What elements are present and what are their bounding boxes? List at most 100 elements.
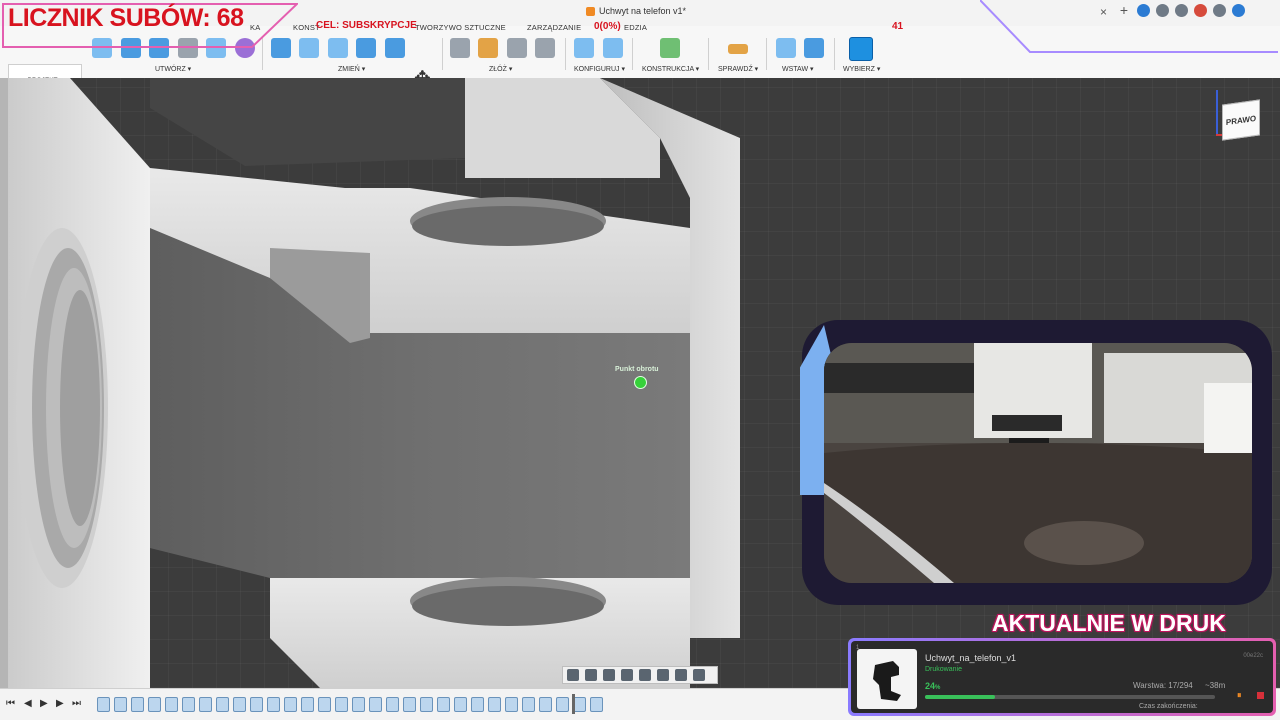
viewcube[interactable]: PRAWO (1222, 99, 1260, 141)
timeline-feature[interactable] (590, 697, 603, 712)
print-status-card: 1 Uchwyt_na_telefon_v1 Drukowanie 00e22c… (848, 638, 1276, 716)
document-title: Uchwyt na telefon v1* (599, 6, 687, 16)
display-settings-icon[interactable] (657, 669, 669, 681)
timeline-first-button[interactable]: ⏮ (6, 698, 15, 709)
timeline-feature[interactable] (267, 697, 280, 712)
viewports-icon[interactable] (693, 669, 705, 681)
viewcube-z-axis (1216, 90, 1218, 134)
timeline-marker[interactable] (572, 694, 575, 714)
timeline-feature[interactable] (488, 697, 501, 712)
timeline-feature[interactable] (318, 697, 331, 712)
group-create[interactable]: UTWÓRZ ▾ (155, 65, 191, 73)
group-select[interactable]: WYBIERZ ▾ (843, 65, 880, 73)
print-job-status: Drukowanie (925, 666, 962, 673)
timeline-feature[interactable] (165, 697, 178, 712)
insert-image-icon[interactable] (804, 38, 824, 58)
new-component-icon[interactable] (450, 38, 470, 58)
joint-origin-icon[interactable] (535, 38, 555, 58)
sub-counter-text: LICZNIK SUBÓW: 68 (8, 4, 244, 32)
timeline-feature[interactable] (539, 697, 552, 712)
goal-label: CEL: SUBSKRYPCJE (316, 20, 417, 31)
group-modify[interactable]: ZMIEŃ ▾ (338, 65, 365, 73)
ribbon-divider (632, 38, 633, 70)
top-right-frame (980, 0, 1278, 53)
stop-icon[interactable] (1257, 692, 1264, 699)
finish-time-label: Czas zakończenia: (1139, 703, 1198, 710)
pan-icon[interactable] (603, 669, 615, 681)
goal-target: 41 (892, 21, 904, 32)
timeline-feature[interactable] (131, 697, 144, 712)
timeline-feature[interactable] (233, 697, 246, 712)
pause-icon[interactable]: ⏸ (1237, 690, 1242, 701)
timeline-feature[interactable] (250, 697, 263, 712)
timeline-feature[interactable] (505, 697, 518, 712)
tab-narzedzia[interactable]: EDZIA (624, 23, 647, 32)
look-at-icon[interactable] (585, 669, 597, 681)
timeline-feature[interactable] (114, 697, 127, 712)
fit-icon[interactable] (639, 669, 651, 681)
select-icon[interactable] (849, 37, 873, 61)
group-assemble[interactable]: ZŁÓŻ ▾ (489, 65, 512, 73)
tab-zarzadzanie[interactable]: ZARZĄDZANIE (527, 23, 581, 32)
timeline-feature[interactable] (454, 697, 467, 712)
combine-icon[interactable] (385, 38, 405, 58)
print-percent: 24% (925, 681, 940, 691)
navigation-toolbar (562, 666, 718, 684)
timeline-feature[interactable] (352, 697, 365, 712)
fillet-icon[interactable] (299, 38, 319, 58)
goal-progress: 0(0%) (594, 21, 621, 32)
document-tab[interactable]: Uchwyt na telefon v1* (586, 6, 686, 16)
insert-derive-icon[interactable] (776, 38, 796, 58)
print-progress-fill (925, 695, 995, 699)
offset-plane-icon[interactable] (660, 38, 680, 58)
grid-settings-icon[interactable] (675, 669, 687, 681)
print-percent-sign: % (935, 685, 941, 691)
timeline-feature[interactable] (284, 697, 297, 712)
orbit-icon[interactable] (567, 669, 579, 681)
shell-icon[interactable] (356, 38, 376, 58)
configure-table-icon[interactable] (603, 38, 623, 58)
timeline-feature[interactable] (369, 697, 382, 712)
timeline-prev-button[interactable]: ◀ (24, 698, 32, 709)
chamfer-icon[interactable] (328, 38, 348, 58)
group-construct[interactable]: KONSTRUKCJA ▾ (642, 65, 699, 73)
timeline-feature[interactable] (471, 697, 484, 712)
pivot-point-icon[interactable] (634, 376, 647, 389)
timeline-feature[interactable] (301, 697, 314, 712)
timeline-feature[interactable] (335, 697, 348, 712)
group-inspect[interactable]: SPRAWDŹ ▾ (718, 65, 758, 73)
timeline-feature[interactable] (386, 697, 399, 712)
printer-camera-image (824, 343, 1252, 583)
fusion-window: Uchwyt na telefon v1* × + KA KONST TWORZ… (0, 0, 1280, 720)
ribbon-divider (834, 38, 835, 70)
ribbon-divider (442, 38, 443, 70)
timeline-feature[interactable] (403, 697, 416, 712)
phone-holder-thumbnail-icon (873, 661, 901, 701)
timeline-feature[interactable] (420, 697, 433, 712)
pivot-point-label: Punkt obrotu (615, 366, 659, 373)
parameters-icon[interactable] (574, 38, 594, 58)
timeline-feature[interactable] (216, 697, 229, 712)
timeline-play-button[interactable]: ▶ (40, 698, 48, 709)
tab-tworzywo[interactable]: TWORZYWO SZTUCZNE (415, 23, 506, 32)
joint-icon[interactable] (478, 38, 498, 58)
print-thumbnail (857, 649, 917, 709)
zoom-icon[interactable] (621, 669, 633, 681)
timeline-feature[interactable] (97, 697, 110, 712)
print-eta: ~38m (1205, 681, 1226, 690)
timeline-feature[interactable] (556, 697, 569, 712)
print-percent-value: 24 (925, 681, 936, 691)
timeline-feature[interactable] (199, 697, 212, 712)
group-configure[interactable]: KONFIGURUJ ▾ (574, 65, 625, 73)
timeline-last-button[interactable]: ⏭ (72, 698, 81, 709)
timeline-next-button[interactable]: ▶ (56, 698, 64, 709)
timeline-feature[interactable] (522, 697, 535, 712)
measure-icon[interactable] (728, 44, 748, 54)
group-insert[interactable]: WSTAW ▾ (782, 65, 814, 73)
ribbon-divider (565, 38, 566, 70)
timeline-feature[interactable] (148, 697, 161, 712)
print-progress-track (925, 695, 1215, 699)
timeline-feature[interactable] (182, 697, 195, 712)
as-built-joint-icon[interactable] (507, 38, 527, 58)
timeline-feature[interactable] (437, 697, 450, 712)
